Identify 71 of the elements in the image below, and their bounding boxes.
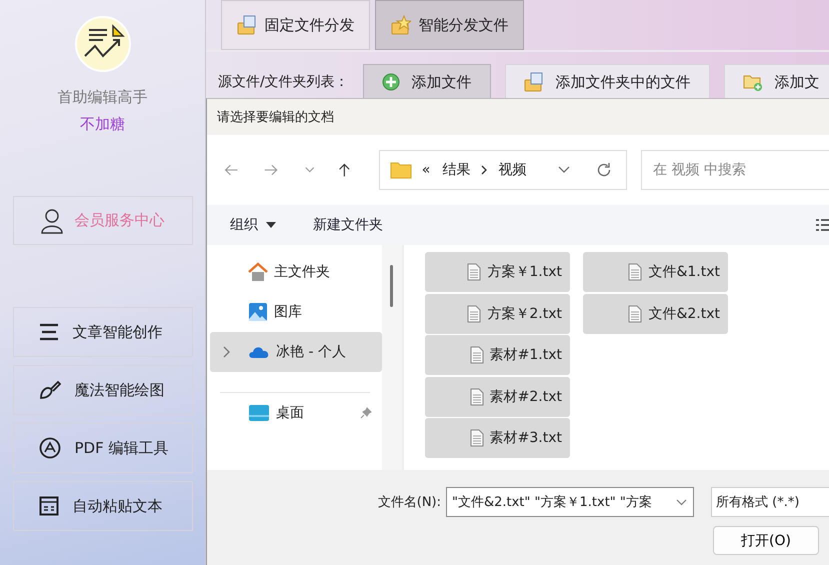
app-title: 首助编辑高手: [58, 88, 148, 107]
nav-item[interactable]: 图库: [210, 292, 382, 332]
dialog-title: 请选择要编辑的文档: [207, 99, 829, 135]
forward-arrow-icon[interactable]: [264, 162, 279, 178]
chevron-right-icon: [480, 165, 488, 175]
user-name: 不加糖: [80, 115, 125, 134]
scrollbar-thumb[interactable]: [390, 265, 393, 307]
plus-circle-icon: [382, 73, 400, 91]
breadcrumb-item[interactable]: 结果: [442, 161, 470, 179]
file-item[interactable]: 素材#2.txt: [425, 376, 570, 416]
up-arrow-icon[interactable]: [338, 161, 351, 179]
chevron-right-icon[interactable]: [222, 346, 230, 358]
source-button[interactable]: 添加文: [724, 64, 829, 100]
command-button[interactable]: 新建文件夹: [312, 216, 383, 234]
file-item[interactable]: 方案￥2.txt: [425, 294, 570, 334]
file-item[interactable]: 方案￥1.txt: [425, 252, 570, 292]
back-arrow-icon[interactable]: [224, 162, 238, 178]
menu-item[interactable]: 文章智能创作: [12, 307, 192, 357]
text-file-icon: [628, 304, 642, 322]
file-item[interactable]: 素材#3.txt: [425, 418, 570, 458]
text-file-icon: [467, 304, 482, 322]
picture-icon: [248, 302, 268, 322]
window-icon: [38, 496, 58, 516]
refresh-icon[interactable]: [596, 162, 612, 178]
text-file-icon: [470, 388, 484, 406]
chevron-down-icon[interactable]: [304, 166, 314, 174]
search-field[interactable]: 在 视频 中搜索: [640, 150, 829, 190]
breadcrumb-overflow[interactable]: «: [422, 162, 430, 178]
desktop-icon: [248, 404, 270, 422]
file-name-field[interactable]: "文件&2.txt" "方案￥1.txt" "方案: [446, 487, 694, 517]
breadcrumb-item[interactable]: 视频: [498, 161, 526, 179]
chevron-down-icon[interactable]: [558, 166, 570, 174]
nav-item[interactable]: 桌面: [210, 393, 382, 433]
text-file-icon: [467, 263, 482, 281]
source-button[interactable]: 添加文件: [362, 64, 491, 100]
source-button[interactable]: 添加文件夹中的文件: [504, 64, 710, 100]
pin-icon[interactable]: [360, 407, 372, 419]
file-item[interactable]: 素材#1.txt: [425, 335, 570, 375]
text-file-icon: [470, 429, 484, 447]
file-type-select[interactable]: 所有格式 (*.*): [711, 487, 829, 517]
menu-item[interactable]: 魔法智能绘图: [12, 365, 192, 415]
caret-icon: [266, 222, 276, 228]
menu-item[interactable]: 自动粘贴文本: [12, 481, 192, 531]
open-button[interactable]: 打开(O): [713, 526, 819, 555]
folder-star-icon: [390, 15, 410, 35]
menu-item[interactable]: PDF 编辑工具: [12, 423, 192, 473]
source-list-label: 源文件/文件夹列表：: [218, 73, 349, 91]
chevron-down-icon: [676, 498, 687, 506]
folder-document-icon: [236, 15, 256, 35]
menu-lines-icon: [38, 323, 58, 341]
file-item[interactable]: 文件&2.txt: [583, 294, 728, 334]
mode-tab[interactable]: 固定文件分发: [221, 0, 370, 50]
view-list-icon[interactable]: [816, 219, 829, 231]
nav-item[interactable]: 冰艳 - 个人: [210, 332, 382, 372]
command-button[interactable]: 组织: [229, 216, 276, 234]
text-file-icon: [470, 346, 484, 364]
home-icon: [248, 262, 268, 282]
brush-icon: [38, 380, 60, 400]
nav-item[interactable]: 主文件夹: [210, 252, 382, 292]
text-file-icon: [628, 263, 642, 281]
folder-plus-icon: [742, 73, 763, 91]
folder-document-icon: [524, 72, 544, 92]
folder-icon: [390, 161, 412, 179]
pdf-icon: [38, 437, 60, 459]
mode-tab[interactable]: 智能分发文件: [375, 0, 524, 50]
address-bar[interactable]: « 结果 视频: [378, 150, 627, 190]
file-item[interactable]: 文件&1.txt: [583, 252, 728, 292]
file-name-label: 文件名(N):: [376, 494, 441, 511]
cloud-icon: [248, 345, 270, 359]
logo-icon: [74, 16, 130, 72]
person-icon: [40, 208, 62, 234]
